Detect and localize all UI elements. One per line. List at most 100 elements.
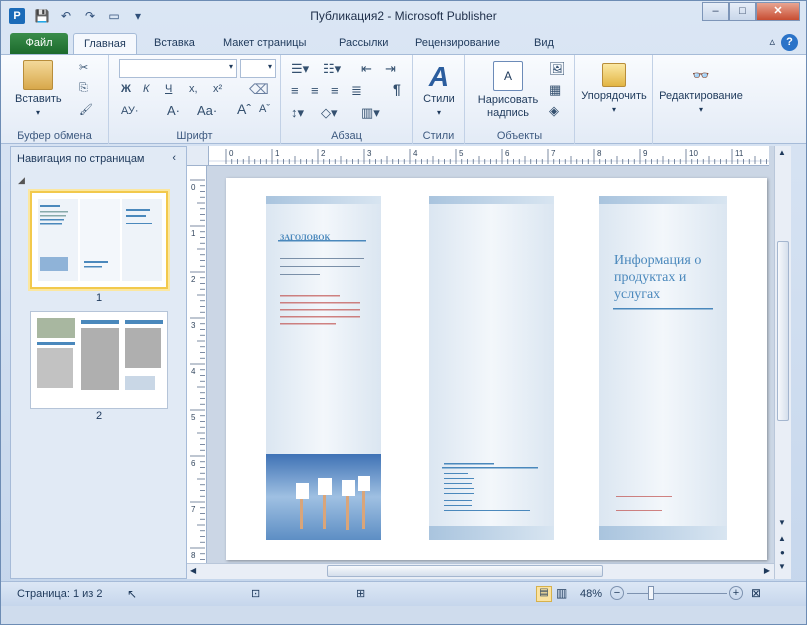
group-arrange: Упорядочить ▾ [575,55,653,144]
page-2-preview [37,318,163,390]
table-icon[interactable]: ▦ [549,82,561,98]
ruler-tick-label: 9 [643,149,648,158]
publisher-window: P 💾 ↶ ↷ ▭ ▾ Публикация2 - Microsoft Publ… [0,0,807,625]
ruler-tick-label: 7 [191,505,196,514]
styles-button[interactable]: A Стили ▾ [417,61,461,119]
tab-file[interactable]: Файл [10,33,68,54]
editing-button[interactable]: 👓 Редактирование ▾ [655,61,747,116]
justify-icon[interactable]: ≣ [351,83,362,99]
save-icon[interactable]: 💾 [33,7,51,25]
select-browse-icon[interactable]: ● [780,548,785,557]
tab-insert[interactable]: Вставка [144,33,205,54]
next-page-icon[interactable]: ▼ [778,562,786,571]
horizontal-scrollbar[interactable]: ◀ ▶ [187,563,774,579]
scroll-right-icon[interactable]: ▶ [764,566,770,575]
group-objects: A Нарисовать надпись 🖼 ▦ ◈ Объекты [465,55,575,144]
font-name-field[interactable]: ▾ [119,59,237,78]
grow-font-icon[interactable]: Aˆ [237,101,251,117]
scroll-up-icon[interactable]: ▲ [778,148,786,157]
expand-arrow-icon[interactable]: ◢ [18,175,25,186]
publisher-app-icon[interactable]: P [9,8,25,24]
page-number-1: 1 [95,292,103,304]
char-spacing-button[interactable]: АУ· [121,105,139,117]
scroll-down-icon[interactable]: ▼ [778,518,786,527]
ruler-tick-label: 2 [191,275,196,284]
zoom-in-icon[interactable]: + [729,586,743,600]
right-title-line-1[interactable]: Информация о [614,253,701,269]
shading-icon[interactable]: ◇▾ [321,105,338,121]
ruler-tick-label: 7 [551,149,556,158]
bullets-icon[interactable]: ☰▾ [291,61,309,77]
tab-page-layout[interactable]: Макет страницы [213,33,316,54]
decrease-indent-icon[interactable]: ⇤ [361,61,372,77]
collapse-nav-icon[interactable]: ‹ [172,152,176,164]
right-title-line-3[interactable]: услугах [614,287,660,303]
font-size-field[interactable]: ▾ [240,59,276,78]
subscript-button[interactable]: x, [189,83,198,95]
ruler-tick-label: 6 [191,459,196,468]
align-center-icon[interactable]: ≡ [311,83,319,98]
superscript-button[interactable]: x² [213,83,222,95]
maximize-button[interactable]: □ [729,2,756,21]
align-right-icon[interactable]: ≡ [331,83,339,98]
page-info[interactable]: Страница: 1 из 2 [17,588,103,600]
fit-page-icon[interactable]: ⊠ [751,586,761,600]
paste-button[interactable]: Вставить ▾ [15,60,62,119]
cut-icon[interactable]: ✂ [79,61,88,74]
align-left-icon[interactable]: ≡ [291,83,299,98]
shrink-font-icon[interactable]: Aˇ [259,103,270,115]
prev-page-icon[interactable]: ▲ [778,534,786,543]
underline-button[interactable]: Ч [165,83,172,95]
format-painter-icon[interactable]: 🖌 [79,103,93,116]
zoom-level[interactable]: 48% [580,588,602,600]
clear-format-icon[interactable]: ⌫ [249,81,269,98]
tab-home[interactable]: Главная [73,33,137,54]
tab-view[interactable]: Вид [524,33,564,54]
vertical-ruler[interactable]: 0 1 2 3 4 5 6 7 8 [187,166,207,579]
tab-mailings[interactable]: Рассылки [329,33,398,54]
scroll-thumb[interactable] [777,241,789,421]
left-heading[interactable]: ЗАГОЛОВОК [280,233,330,242]
close-button[interactable]: ✕ [756,2,800,21]
zoom-out-icon[interactable]: − [610,586,624,600]
collapse-ribbon-icon[interactable]: ▵ [769,34,775,51]
scroll-left-icon[interactable]: ◀ [190,566,196,575]
zoom-slider[interactable] [627,593,727,594]
line-spacing-icon[interactable]: ↕▾ [291,105,304,121]
ruler-tick-label: 0 [229,149,234,158]
show-marks-icon[interactable]: ¶ [393,81,401,97]
shapes-icon[interactable]: ◈ [549,103,559,119]
redo-icon[interactable]: ↷ [81,7,99,25]
zoom-slider-thumb[interactable] [648,586,654,600]
single-page-view-icon[interactable]: ▤ [536,586,552,602]
picture-icon[interactable]: 🖼 [549,61,566,77]
print-preview-icon[interactable]: ▭ [105,7,123,25]
help-icon[interactable]: ? [781,34,798,51]
group-styles: A Стили ▾ Стили [413,55,465,144]
page-thumbnail-1[interactable] [30,191,168,289]
right-title-line-2[interactable]: продуктах и [614,270,686,286]
draw-text-box-button[interactable]: A Нарисовать надпись [471,61,545,120]
ruler-tick-label: 5 [191,413,196,422]
columns-icon[interactable]: ▥▾ [361,105,380,121]
arrange-button[interactable]: Упорядочить ▾ [577,61,651,116]
hscroll-thumb[interactable] [327,565,603,577]
two-page-view-icon[interactable]: ▥ [556,586,567,600]
increase-indent-icon[interactable]: ⇥ [385,61,396,77]
horizontal-ruler[interactable]: 0 1 2 3 4 5 6 7 8 9 10 11 [209,146,769,166]
change-case-button[interactable]: Aa· [197,103,217,118]
page-thumbnail-2[interactable] [30,311,168,409]
undo-icon[interactable]: ↶ [57,7,75,25]
customize-qat-icon[interactable]: ▾ [129,7,147,25]
numbering-icon[interactable]: ☷▾ [323,61,341,77]
publication-page[interactable]: ЗАГОЛОВОК Информация о продуктах и услуг… [226,178,767,560]
italic-button[interactable]: К [143,83,149,95]
copy-icon[interactable]: ⎘ [79,82,88,95]
vertical-scrollbar[interactable]: ▲ ▼ ▲ ● ▼ [774,146,791,579]
bold-button[interactable]: Ж [121,83,131,95]
font-color-button[interactable]: A· [167,103,180,118]
horizontal-ruler-ticks: 0 1 2 3 4 5 6 7 8 9 10 11 [209,149,769,164]
minimize-button[interactable]: – [702,2,729,21]
tab-review[interactable]: Рецензирование [405,33,510,54]
ruler-tick-label: 0 [191,183,196,192]
